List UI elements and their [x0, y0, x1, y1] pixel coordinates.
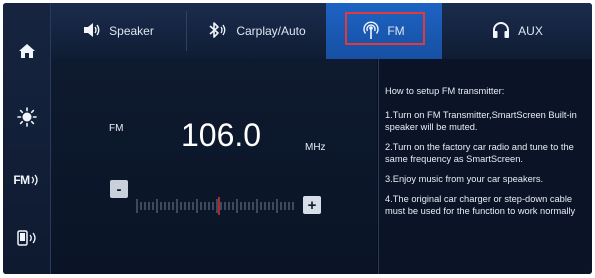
- speaker-icon: [83, 22, 101, 41]
- phone-cast-icon: [16, 230, 38, 246]
- instruction-step: 2.Turn on the factory car radio and tune…: [385, 142, 574, 164]
- brightness-icon: [16, 107, 37, 127]
- tab-carplay-auto[interactable]: Carplay/Auto: [187, 3, 325, 59]
- sidebar-item-fm[interactable]: FM: [3, 160, 50, 200]
- instructions-panel: How to setup FM transmitter: 1.Turn on F…: [378, 59, 592, 274]
- bluetooth-icon: [206, 21, 228, 42]
- sidebar: FM: [3, 3, 51, 274]
- home-icon: [18, 43, 36, 59]
- tab-aux[interactable]: AUX: [443, 3, 592, 59]
- tab-carplay-auto-label: Carplay/Auto: [236, 24, 306, 38]
- fm-radio-icon: [30, 173, 40, 187]
- fm-tab-highlight: [345, 12, 425, 45]
- instructions-heading: How to setup FM transmitter:: [385, 86, 505, 96]
- frequency-down-button[interactable]: -: [110, 180, 128, 198]
- radio-panel: FM 106.0 MHz - +: [51, 59, 377, 274]
- instruction-step: 1.Turn on FM Transmitter,SmartScreen Bui…: [385, 110, 577, 132]
- app-window: FM Speaker Carplay/Auto FM AUX FM 106.0 …: [3, 3, 592, 274]
- sidebar-item-brightness[interactable]: [3, 97, 50, 137]
- frequency-tuner-scale[interactable]: [135, 193, 295, 223]
- frequency-unit: MHz: [305, 142, 326, 153]
- headphones-icon: [492, 21, 510, 42]
- tab-speaker-label: Speaker: [109, 24, 154, 38]
- tab-speaker[interactable]: Speaker: [51, 3, 186, 59]
- tab-bar: Speaker Carplay/Auto FM AUX: [51, 3, 592, 59]
- sidebar-fm-label: FM: [13, 173, 30, 187]
- tab-aux-label: AUX: [518, 24, 543, 38]
- sidebar-item-phone-cast[interactable]: [3, 218, 50, 258]
- band-label: FM: [109, 123, 124, 134]
- frequency-up-button[interactable]: +: [303, 196, 321, 214]
- instruction-step: 3.Enjoy music from your car speakers.: [385, 174, 544, 184]
- frequency-display: 106.0: [181, 117, 262, 153]
- instruction-step: 4.The original car charger or step-down …: [385, 194, 576, 216]
- sidebar-item-home[interactable]: [3, 31, 50, 71]
